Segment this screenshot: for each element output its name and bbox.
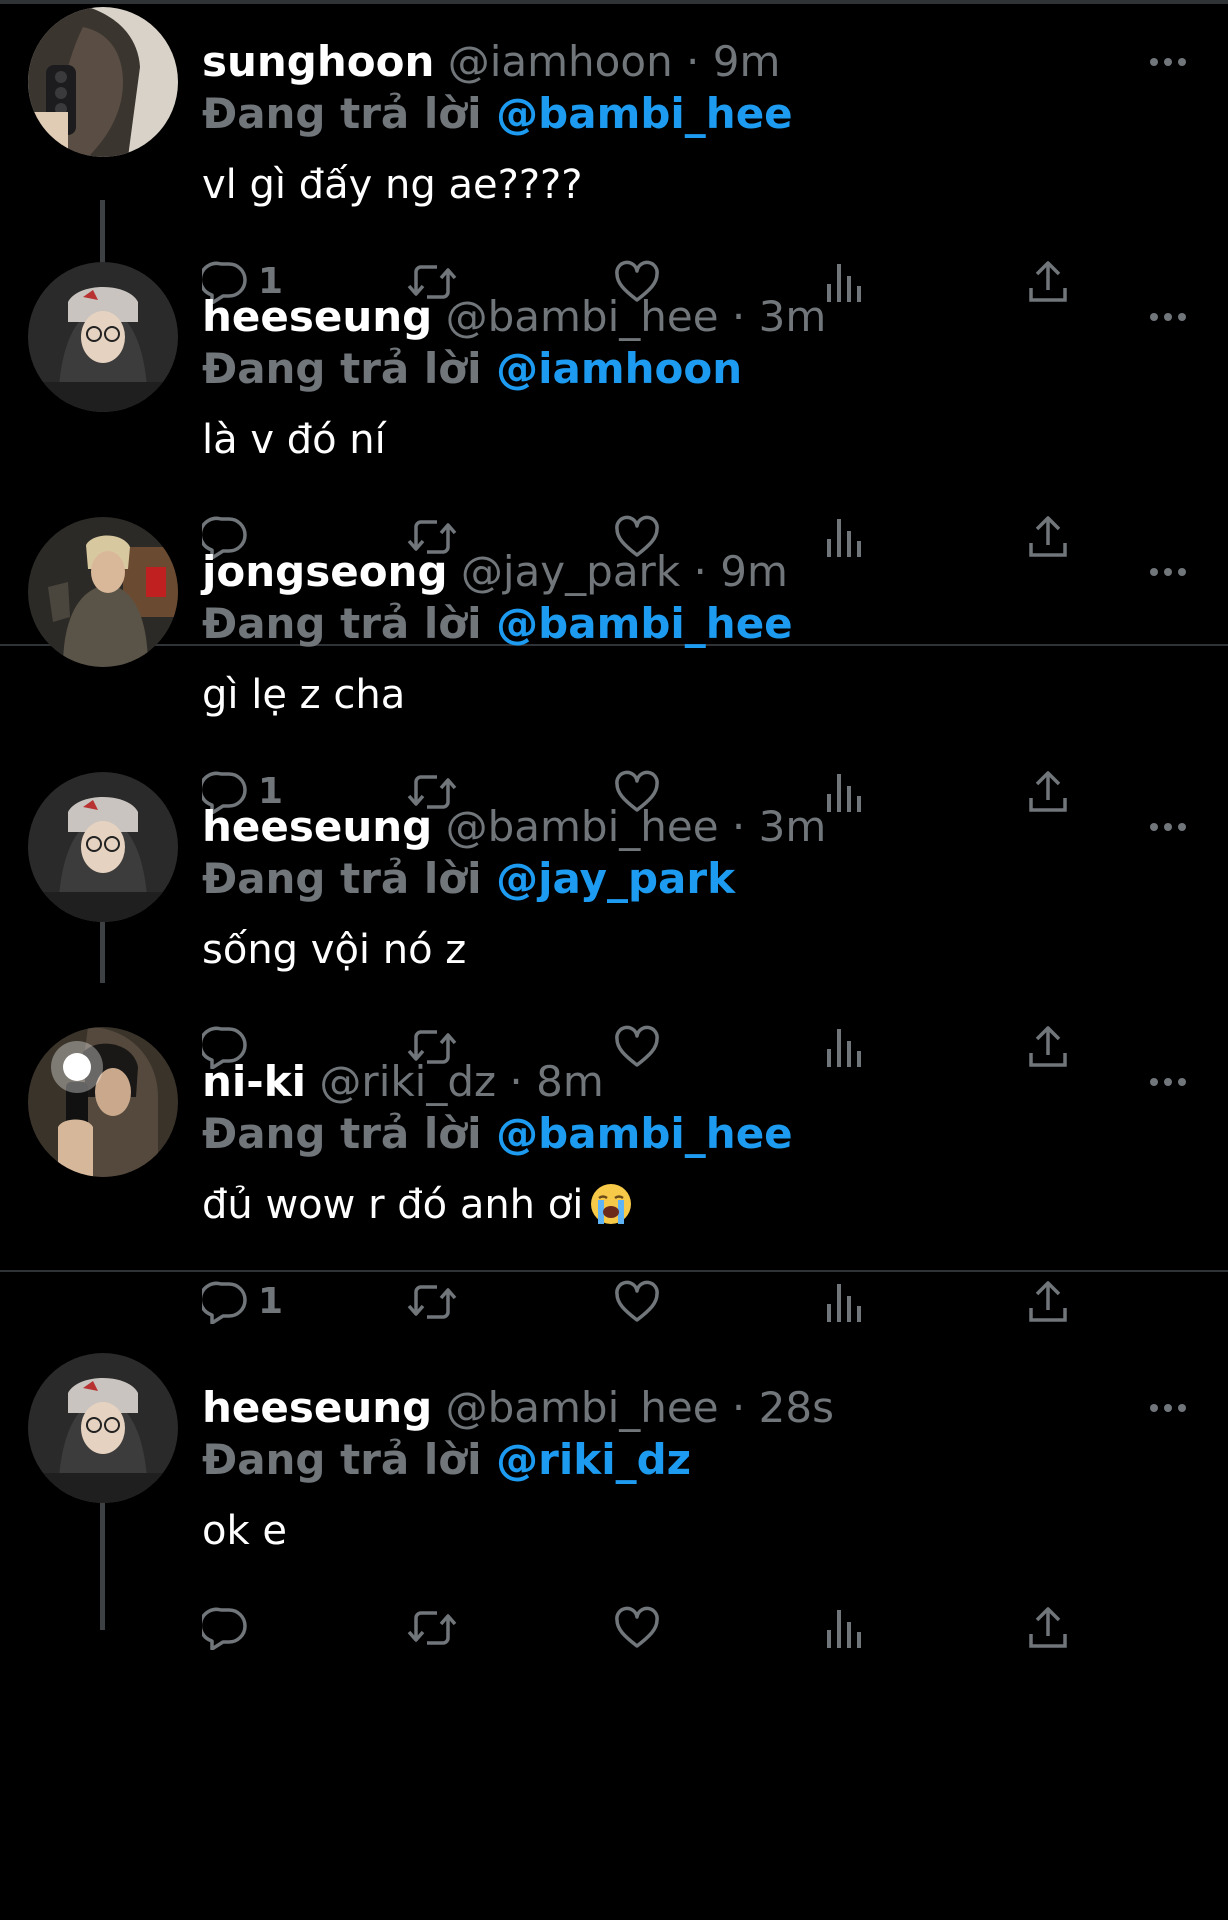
replying-to: Đang trả lời @riki_dz [202,1432,691,1488]
replying-to-label: Đang trả lời [202,1435,482,1484]
reply-button[interactable] [202,1598,322,1658]
tweet-text-content: là v đó ní [202,417,386,463]
replying-to-label: Đang trả lời [202,854,482,903]
sunghoon-avatar[interactable] [28,7,178,157]
views-button[interactable] [825,1272,865,1332]
user-handle[interactable]: @bambi_hee [446,802,719,851]
share-button[interactable] [1028,1598,1068,1658]
top-divider [0,0,1228,4]
more-icon[interactable] [1148,799,1188,855]
timestamp[interactable]: 9m [713,37,781,86]
loudly-crying-emoji [589,1182,633,1241]
timestamp[interactable]: 8m [536,1057,604,1106]
tweet-text-content: sống vội nó z [202,927,467,973]
more-icon[interactable] [1148,1380,1188,1436]
retweet-button[interactable] [406,1598,458,1658]
like-icon [615,1280,659,1322]
share-icon [1029,1281,1067,1322]
timestamp[interactable]: 3m [759,802,827,851]
views-icon [827,1284,861,1322]
replying-to: Đang trả lời @jay_park [202,851,735,907]
share-icon [1029,1607,1067,1648]
tweet-text: vl gì đấy ng ae???? [202,157,583,213]
replying-to: Đang trả lời @iamhoon [202,341,742,397]
like-button[interactable] [614,1598,660,1658]
replying-to-label: Đang trả lời [202,599,482,648]
display-name[interactable]: sunghoon [202,37,434,86]
share-button[interactable] [1028,1272,1068,1332]
heeseung-avatar[interactable] [28,772,178,922]
replying-to-mention[interactable]: @bambi_hee [496,599,793,648]
separator: · [731,292,746,341]
user-handle[interactable]: @iamhoon [448,37,673,86]
separator: · [509,1057,523,1106]
niki-avatar[interactable] [28,1027,178,1177]
replying-to: Đang trả lời @bambi_hee [202,86,793,142]
display-name[interactable]: heeseung [202,1383,432,1432]
reply-count: 1 [258,1281,284,1322]
like-button[interactable] [614,1272,660,1332]
heeseung-avatar[interactable] [28,262,178,412]
tweet-5[interactable]: ni-ki @riki_dz · 8m Đang trả lời @bambi_… [0,1027,1228,1366]
tweet-6[interactable]: heeseung @bambi_hee · 28s Đang trả lời @… [0,1353,1228,1692]
views-icon [827,1610,861,1648]
more-icon[interactable] [1148,1054,1188,1110]
retweet-button[interactable] [406,1272,458,1332]
replying-to: Đang trả lời @bambi_hee [202,1106,793,1162]
replying-to-mention[interactable]: @jay_park [496,854,735,903]
display-name[interactable]: heeseung [202,292,432,341]
user-handle[interactable]: @riki_dz [319,1057,496,1106]
replying-to-mention[interactable]: @riki_dz [496,1435,691,1484]
more-icon[interactable] [1148,289,1188,345]
tweet-text: là v đó ní [202,412,386,468]
tweet-text: ok e [202,1503,287,1559]
tweet-header: ni-ki @riki_dz · 8m [202,1054,604,1110]
tweet-header: sunghoon @iamhoon · 9m [202,34,780,90]
retweet-icon [407,1611,457,1645]
display-name[interactable]: heeseung [202,802,432,851]
views-button[interactable] [825,1598,865,1658]
timestamp[interactable]: 28s [759,1383,834,1432]
reply-button[interactable]: 1 [202,1272,322,1332]
tweet-text: đủ wow r đó anh ơi [202,1177,633,1233]
more-icon[interactable] [1148,544,1188,600]
tweet-text-content: gì lẹ z cha [202,672,406,718]
reply-icon [202,1607,247,1650]
separator: · [731,1383,746,1432]
replying-to-mention[interactable]: @iamhoon [496,344,742,393]
replying-to-mention[interactable]: @bambi_hee [496,1109,793,1158]
timestamp[interactable]: 3m [759,292,827,341]
tweet-text: gì lẹ z cha [202,667,405,723]
user-handle[interactable]: @bambi_hee [446,1383,719,1432]
more-icon[interactable] [1148,34,1188,90]
retweet-icon [407,1285,457,1319]
separator: · [731,802,746,851]
replying-to-mention[interactable]: @bambi_hee [496,89,793,138]
tweet-text: sống vội nó z [202,922,466,978]
tweet-header: heeseung @bambi_hee · 28s [202,1380,834,1436]
tweet-header: heeseung @bambi_hee · 3m [202,799,826,855]
tweet-text-content: vl gì đấy ng ae???? [202,162,583,208]
tweet-actions [0,1598,1228,1658]
tweet-text-content: ok e [202,1508,287,1554]
user-handle[interactable]: @bambi_hee [446,292,719,341]
reply-icon [202,1281,247,1324]
timestamp[interactable]: 9m [720,547,788,596]
tweet-text-content: đủ wow r đó anh ơi [202,1182,584,1228]
tweet-header: jongseong @jay_park · 9m [202,544,788,600]
tweet-actions: 1 [0,1272,1228,1332]
display-name[interactable]: ni-ki [202,1057,306,1106]
user-handle[interactable]: @jay_park [461,547,680,596]
replying-to-label: Đang trả lời [202,1109,482,1158]
like-icon [615,1606,659,1648]
replying-to: Đang trả lời @bambi_hee [202,596,793,652]
separator: · [693,547,707,596]
tweet-header: heeseung @bambi_hee · 3m [202,289,826,345]
display-name[interactable]: jongseong [202,547,448,596]
separator: · [686,37,700,86]
replying-to-label: Đang trả lời [202,344,482,393]
jongseong-avatar[interactable] [28,517,178,667]
heeseung-avatar[interactable] [28,1353,178,1503]
replying-to-label: Đang trả lời [202,89,482,138]
